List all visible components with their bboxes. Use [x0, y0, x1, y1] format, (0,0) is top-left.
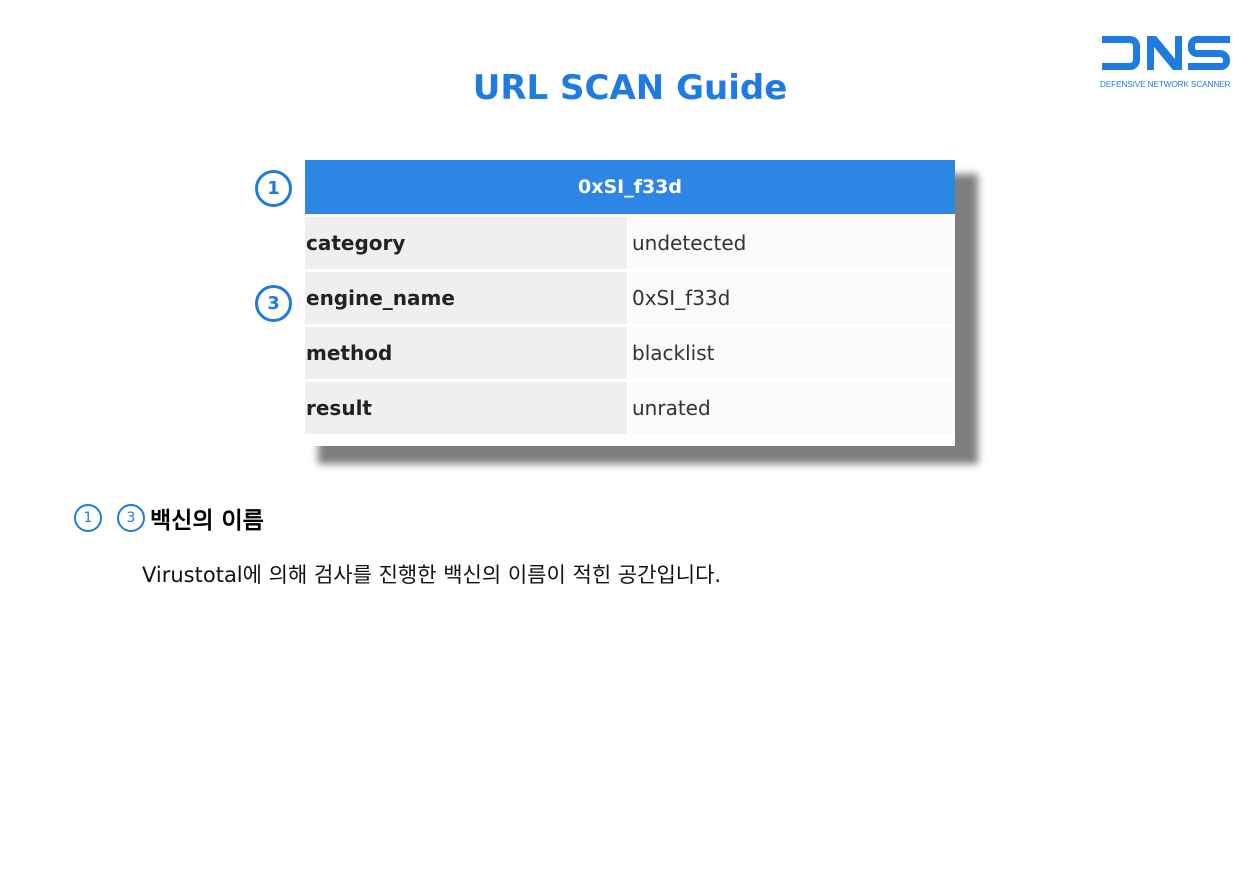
- page-title: URL SCAN Guide: [472, 68, 788, 108]
- row-key: engine_name: [305, 272, 627, 324]
- marker-three-icon: 3: [117, 504, 145, 532]
- marker-one-icon: 1: [74, 504, 102, 532]
- scan-result-table: 0xSI_f33d category undetected engine_nam…: [305, 160, 955, 446]
- row-key: result: [305, 382, 627, 434]
- section-title: 백신의 이름: [150, 508, 264, 534]
- row-key: category: [305, 217, 627, 269]
- row-value: unrated: [627, 382, 955, 434]
- row-value: undetected: [627, 217, 955, 269]
- row-value: blacklist: [627, 327, 955, 379]
- table-row: engine_name 0xSI_f33d: [305, 269, 955, 324]
- row-value: 0xSI_f33d: [627, 272, 955, 324]
- section-description: Virustotal에 의해 검사를 진행한 백신의 이름이 적힌 공간입니다.: [142, 563, 722, 587]
- row-key: method: [305, 327, 627, 379]
- guide-page: URL SCAN Guide DEFENSIVE NETWORK SCANNER…: [0, 0, 1260, 891]
- marker-one-icon: 1: [255, 170, 292, 207]
- marker-three-icon: 3: [255, 285, 292, 322]
- table-row: category undetected: [305, 214, 955, 269]
- table-row: result unrated: [305, 379, 955, 434]
- dns-logo: DEFENSIVE NETWORK SCANNER: [1100, 34, 1232, 94]
- table-header: 0xSI_f33d: [305, 160, 955, 214]
- table-row: method blacklist: [305, 324, 955, 379]
- logo-tagline: DEFENSIVE NETWORK SCANNER: [1100, 80, 1231, 89]
- section-heading: 1 3 백신의 이름: [74, 501, 264, 535]
- dns-logo-mark: [1102, 36, 1230, 70]
